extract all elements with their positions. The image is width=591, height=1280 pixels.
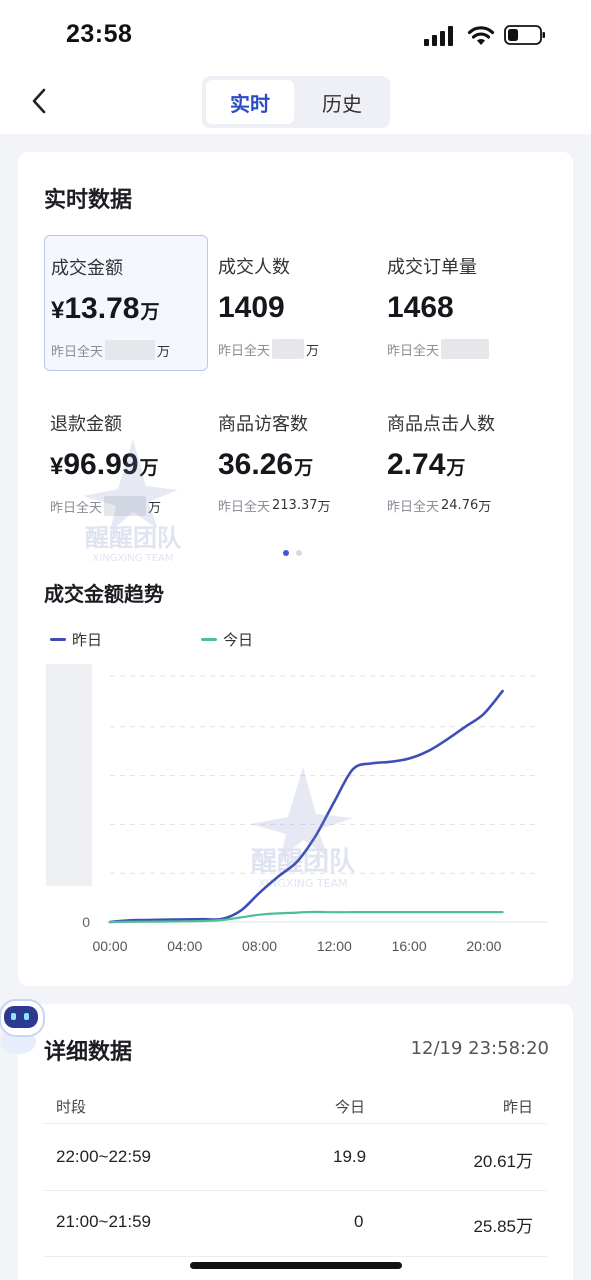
cell-today: 19.9 [333,1147,367,1166]
column-header-today: 今日 [335,1098,366,1116]
assistant-robot-icon[interactable] [0,992,46,1056]
column-header-period: 时段 [56,1098,87,1116]
cell-period: 22:00~22:59 [56,1147,152,1166]
wifi-icon [467,26,495,45]
realtime-card: 实时数据 成交金额 ¥13.78万 昨日全天万 成交人数 1409 昨日全天万 … [18,152,573,986]
x-tick-label: 20:00 [466,938,501,954]
divider [44,1256,547,1257]
watermark-text: 醒醒团队 [251,847,356,877]
blurred-y-axis-labels [46,664,92,886]
series-line-today [108,910,504,924]
cell-today: 0 [354,1212,364,1231]
segmented-control: 实时 历史 [202,76,390,128]
x-tick-label: 04:00 [167,938,202,954]
detail-title: 详细数据 [44,1040,133,1065]
watermark-star-icon: 醒醒团队 XINGXING TEAM [250,767,356,890]
back-button[interactable] [24,84,54,118]
cell-yesterday: 25.85万 [473,1217,533,1236]
cell-yesterday: 20.61万 [473,1152,533,1171]
x-tick-label: 00:00 [92,938,127,954]
nav-bar: 实时 历史 [0,68,591,134]
x-tick-label: 08:00 [242,938,277,954]
chevron-left-icon [32,88,46,114]
column-header-yesterday: 昨日 [502,1098,533,1116]
tab-history[interactable]: 历史 [298,80,386,124]
y-tick-label: 0 [82,914,90,930]
home-indicator [190,1262,402,1269]
status-time: 23:58 [66,20,133,48]
status-bar: 23:58 [0,0,591,68]
watermark-logo: 醒醒团队 XINGXING TEAM [238,762,368,896]
divider [44,1190,547,1191]
watermark-subtext: XINGXING TEAM [258,877,347,890]
x-tick-label: 16:00 [392,938,427,954]
detail-card: 详细数据 12/19 23:58:20 时段 今日 昨日 22:00~22:59… [18,1004,573,1280]
x-tick-label: 12:00 [317,938,352,954]
battery-icon [504,25,545,45]
divider [44,1123,547,1124]
detail-timestamp: 12/19 23:58:20 [410,1038,549,1059]
tab-realtime[interactable]: 实时 [206,80,294,124]
cellular-signal-icon [424,26,453,46]
cell-period: 21:00~21:59 [56,1212,152,1231]
